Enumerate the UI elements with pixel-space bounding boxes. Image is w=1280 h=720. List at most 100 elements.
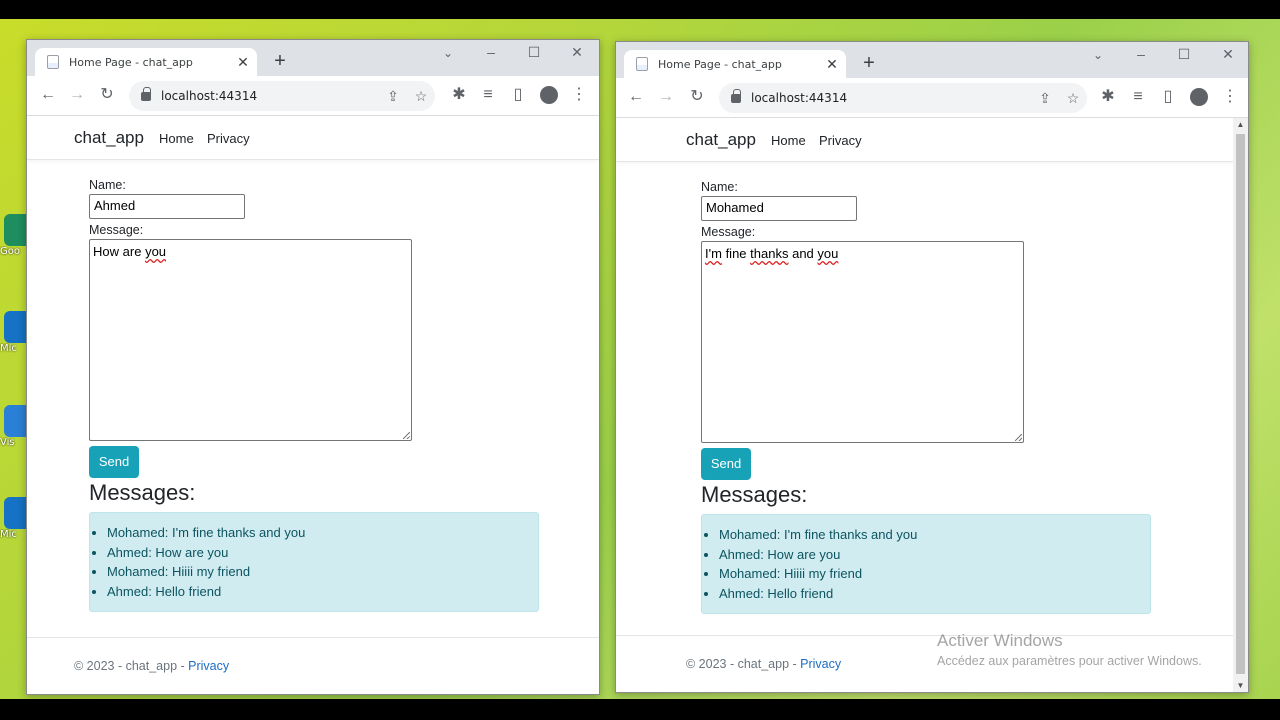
new-tab-icon[interactable]: +: [268, 50, 292, 73]
message-label: Message:: [701, 225, 756, 239]
forward-icon[interactable]: →: [655, 86, 677, 108]
url-text: localhost:44314: [751, 91, 848, 105]
browser-tab[interactable]: Home Page - chat_app ✕: [624, 50, 846, 78]
side-panel-icon[interactable]: ▯: [507, 84, 529, 106]
back-icon[interactable]: ←: [625, 86, 647, 108]
lock-icon: [141, 86, 151, 101]
message-textarea[interactable]: How are you: [89, 239, 412, 441]
desktop-shortcut-microsoft-2[interactable]: Mic: [0, 497, 28, 561]
footer-text: © 2023 - chat_app - Privacy: [74, 659, 229, 673]
footer-privacy-link[interactable]: Privacy: [800, 657, 841, 671]
desktop-shortcut-google[interactable]: Goo: [0, 214, 28, 278]
nav-privacy[interactable]: Privacy: [207, 131, 250, 146]
footer-privacy-link[interactable]: Privacy: [188, 659, 229, 673]
message-word: you: [145, 244, 167, 259]
share-icon[interactable]: ⇪: [379, 88, 407, 105]
resize-handle[interactable]: [403, 432, 410, 439]
scroll-up-icon[interactable]: ▲: [1233, 120, 1248, 129]
desktop-shortcut-visual-studio[interactable]: Vis: [0, 405, 28, 469]
message-word: I'm: [705, 246, 722, 261]
app-icon: [4, 405, 26, 437]
title-bar: Home Page - chat_app ✕ + ⌄ – ☐ ✕: [27, 40, 599, 76]
shortcut-caption: Mic: [0, 343, 17, 354]
name-label: Name:: [89, 178, 126, 192]
menu-kebab-icon[interactable]: ⋮: [568, 84, 590, 106]
web-page: chat_app Home Privacy Name: Mohamed Mess…: [616, 118, 1233, 692]
message-item: Ahmed: Hello friend: [719, 584, 1150, 604]
close-window-icon[interactable]: ✕: [1218, 46, 1238, 63]
brand-link[interactable]: chat_app: [74, 128, 144, 148]
reload-icon[interactable]: ↻: [686, 86, 708, 108]
back-icon[interactable]: ←: [37, 84, 59, 106]
address-bar[interactable]: localhost:44314 ⇪ ☆: [129, 81, 435, 111]
scrollbar-thumb[interactable]: [1236, 134, 1245, 674]
app-icon: [4, 214, 26, 246]
nav-home[interactable]: Home: [159, 131, 194, 146]
extensions-icon[interactable]: ✱: [1097, 86, 1119, 108]
close-window-icon[interactable]: ✕: [567, 44, 587, 61]
name-input[interactable]: Ahmed: [89, 194, 245, 219]
web-page: chat_app Home Privacy Name: Ahmed Messag…: [27, 116, 599, 694]
address-bar[interactable]: localhost:44314 ⇪ ☆: [719, 83, 1087, 113]
shortcut-caption: Mic: [0, 529, 17, 540]
media-icon[interactable]: ≡: [477, 84, 499, 106]
app-icon: [4, 311, 26, 343]
tab-title: Home Page - chat_app: [69, 55, 193, 69]
share-icon[interactable]: ⇪: [1031, 90, 1059, 107]
media-icon[interactable]: ≡: [1127, 86, 1149, 108]
maximize-icon[interactable]: ☐: [1174, 46, 1194, 63]
footer-copyright: © 2023 - chat_app -: [686, 657, 801, 671]
close-tab-icon[interactable]: ✕: [822, 56, 842, 73]
shortcut-caption: Goo: [0, 246, 20, 257]
browser-window-left: Home Page - chat_app ✕ + ⌄ – ☐ ✕ ← → ↻ l…: [26, 39, 600, 695]
minimize-icon[interactable]: –: [1131, 46, 1151, 62]
forward-icon[interactable]: →: [66, 84, 88, 106]
send-button[interactable]: Send: [89, 446, 139, 478]
message-item: Mohamed: I'm fine thanks and you: [107, 523, 538, 543]
title-bar: Home Page - chat_app ✕ + ⌄ – ☐ ✕: [616, 42, 1248, 78]
message-word: thanks: [750, 246, 789, 261]
brand-link[interactable]: chat_app: [686, 130, 756, 150]
message-word: and: [792, 246, 814, 261]
site-footer: © 2023 - chat_app - Privacy: [27, 637, 599, 694]
profile-avatar-icon[interactable]: [1190, 88, 1208, 106]
site-navbar: chat_app Home Privacy: [616, 118, 1233, 162]
new-tab-icon[interactable]: +: [857, 52, 881, 75]
bookmark-star-icon[interactable]: ☆: [1059, 90, 1087, 107]
scroll-down-icon[interactable]: ▼: [1233, 681, 1248, 690]
browser-tab[interactable]: Home Page - chat_app ✕: [35, 48, 257, 76]
extensions-icon[interactable]: ✱: [448, 84, 470, 106]
url-text: localhost:44314: [161, 89, 258, 103]
name-input[interactable]: Mohamed: [701, 196, 857, 221]
messages-list: Mohamed: I'm fine thanks and you Ahmed: …: [89, 512, 539, 612]
resize-handle[interactable]: [1015, 434, 1022, 441]
maximize-icon[interactable]: ☐: [524, 44, 544, 61]
menu-kebab-icon[interactable]: ⋮: [1219, 86, 1241, 108]
nav-privacy[interactable]: Privacy: [819, 133, 862, 148]
message-item: Ahmed: How are you: [719, 545, 1150, 565]
activation-watermark-title: Activer Windows: [937, 631, 1063, 650]
shortcut-caption: Vis: [0, 437, 15, 448]
message-item: Mohamed: Hiiii my friend: [107, 562, 538, 582]
message-word: fine: [725, 246, 747, 261]
message-textarea[interactable]: I'm fine thanks and you: [701, 241, 1024, 443]
tab-search-icon[interactable]: ⌄: [438, 46, 458, 60]
messages-heading: Messages:: [701, 482, 808, 507]
vertical-scrollbar[interactable]: ▲ ▼: [1233, 118, 1248, 692]
side-panel-icon[interactable]: ▯: [1157, 86, 1179, 108]
browser-toolbar: ← → ↻ localhost:44314 ⇪ ☆ ✱ ≡ ▯ ⋮: [27, 76, 599, 116]
bookmark-star-icon[interactable]: ☆: [407, 88, 435, 105]
minimize-icon[interactable]: –: [481, 44, 501, 60]
profile-avatar-icon[interactable]: [540, 86, 558, 104]
desktop-shortcut-microsoft[interactable]: Mic: [0, 311, 28, 375]
footer-copyright: © 2023 - chat_app -: [74, 659, 189, 673]
tab-search-icon[interactable]: ⌄: [1088, 48, 1108, 62]
site-navbar: chat_app Home Privacy: [27, 116, 599, 160]
message-item: Mohamed: I'm fine thanks and you: [719, 525, 1150, 545]
reload-icon[interactable]: ↻: [96, 84, 118, 106]
nav-home[interactable]: Home: [771, 133, 806, 148]
send-button[interactable]: Send: [701, 448, 751, 480]
close-tab-icon[interactable]: ✕: [233, 54, 253, 71]
footer-text: © 2023 - chat_app - Privacy: [686, 657, 841, 671]
name-label: Name:: [701, 180, 738, 194]
